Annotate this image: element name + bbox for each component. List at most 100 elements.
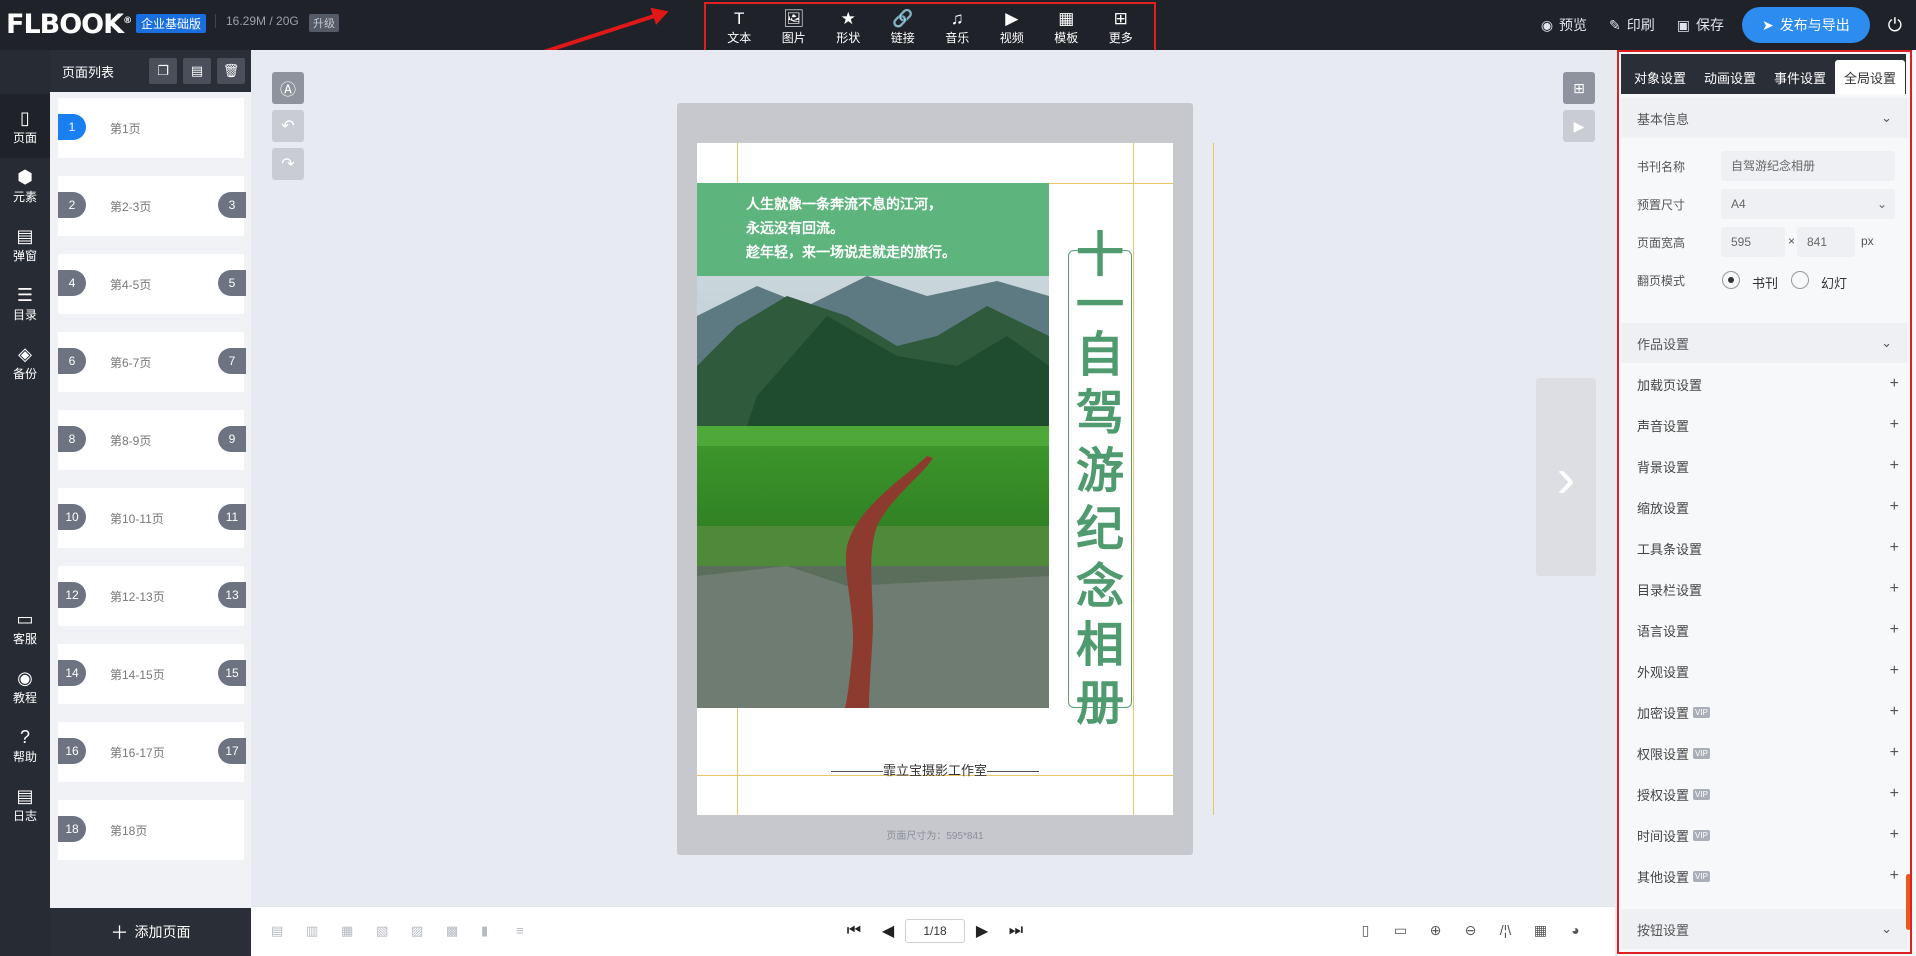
setting-row[interactable]: 授权设置 VIP + <box>1637 781 1899 807</box>
page-item[interactable]: 2 第2-3页 3 <box>58 176 246 236</box>
zoom-out-icon[interactable]: ⊖ <box>1453 922 1488 939</box>
page-item[interactable]: 6 第6-7页 7 <box>58 332 246 392</box>
undo-icon[interactable]: ↶ <box>272 110 304 142</box>
tool-image[interactable]: 🖼 图片 <box>770 9 818 46</box>
setting-row[interactable]: 加载页设置 + <box>1637 371 1899 397</box>
guides-icon[interactable]: /¦\ <box>1488 922 1523 939</box>
add-page-button[interactable]: ＋ 添加页面 <box>50 908 251 956</box>
add-layer-icon[interactable]: ⊞ <box>1563 72 1595 104</box>
tool-video[interactable]: ▶ 视频 <box>988 9 1036 46</box>
distribute-h-icon[interactable]: ▮ <box>481 923 516 939</box>
nav-backup[interactable]: ◈ 备份 <box>0 330 50 394</box>
flip-mode-slide-radio[interactable] <box>1791 271 1809 289</box>
power-icon[interactable]: ⏻ <box>1888 15 1902 36</box>
align-left-icon[interactable]: ▤ <box>271 923 306 939</box>
first-page-icon[interactable]: ⏮ <box>846 922 862 940</box>
plus-icon[interactable]: + <box>1890 826 1899 844</box>
setting-row[interactable]: 权限设置 VIP + <box>1637 740 1899 766</box>
plus-icon[interactable]: + <box>1890 580 1899 598</box>
align-top-icon[interactable]: ▦ <box>341 923 376 939</box>
next-page-icon[interactable]: ▶ <box>974 921 990 941</box>
plus-icon[interactable]: + <box>1890 785 1899 803</box>
plus-icon[interactable]: + <box>1890 621 1899 639</box>
plus-icon[interactable]: + <box>1890 498 1899 516</box>
next-page-arrow[interactable]: › <box>1536 378 1596 576</box>
tab-0[interactable]: 对象设置 <box>1625 60 1695 94</box>
double-page-icon[interactable]: ▭ <box>1383 922 1418 939</box>
tool-music[interactable]: ♫ 音乐 <box>933 9 981 46</box>
page-width-input[interactable]: 595 <box>1721 227 1785 257</box>
duplicate-page-icon[interactable]: ❐ <box>149 58 177 84</box>
page-item[interactable]: 12 第12-13页 13 <box>58 566 246 626</box>
plus-icon[interactable]: + <box>1890 539 1899 557</box>
setting-row[interactable]: 加密设置 VIP + <box>1637 699 1899 725</box>
book-name-input[interactable]: 自驾游纪念相册 <box>1721 151 1895 181</box>
button-settings-section[interactable]: 按钮设置 ⌄ <box>1621 909 1908 949</box>
nav-page[interactable]: ▯ 页面 <box>0 94 50 158</box>
tool-star[interactable]: ★ 形状 <box>824 9 872 46</box>
play-icon[interactable]: ▶ <box>1563 110 1595 142</box>
plus-icon[interactable]: + <box>1890 457 1899 475</box>
align-hcenter-icon[interactable]: ▨ <box>411 923 446 939</box>
preview-button[interactable]: ◉ 预览 <box>1541 15 1587 35</box>
setting-row[interactable]: 背景设置 + <box>1637 453 1899 479</box>
page-item[interactable]: 14 第14-15页 15 <box>58 644 246 704</box>
plus-icon[interactable]: + <box>1890 662 1899 680</box>
nav-log[interactable]: ▤ 日志 <box>0 772 50 836</box>
poem-text[interactable]: 人生就像一条奔流不息的江河， 永远没有回流。 趁年轻，来一场说走就走的旅行。 <box>746 193 956 265</box>
align-bottom-icon[interactable]: ▧ <box>376 923 411 939</box>
studio-credit[interactable]: ————霏立宝摄影工作室———— <box>697 760 1173 779</box>
setting-row[interactable]: 语言设置 + <box>1637 617 1899 643</box>
tab-2[interactable]: 事件设置 <box>1765 60 1835 94</box>
publish-export-button[interactable]: ➤ 发布与导出 <box>1742 7 1870 43</box>
setting-row[interactable]: 时间设置 VIP + <box>1637 822 1899 848</box>
tool-template[interactable]: ▦ 模板 <box>1042 9 1090 46</box>
upgrade-button[interactable]: 升级 <box>309 14 339 32</box>
setting-row[interactable]: 外观设置 + <box>1637 658 1899 684</box>
snap-icon[interactable]: ◕ <box>1558 922 1593 939</box>
tab-1[interactable]: 动画设置 <box>1695 60 1765 94</box>
distribute-v-icon[interactable]: ≡ <box>516 923 551 939</box>
save-button[interactable]: ▣ 保存 <box>1677 15 1724 35</box>
zoom-in-icon[interactable]: ⊕ <box>1418 922 1453 939</box>
page-height-input[interactable]: 841 <box>1797 227 1855 257</box>
work-settings-section[interactable]: 作品设置 ⌄ <box>1621 323 1908 363</box>
nav-elements[interactable]: ⬢ 元素 <box>0 153 50 217</box>
plus-icon[interactable]: + <box>1890 744 1899 762</box>
nav-tutorial[interactable]: ◉ 教程 <box>0 654 50 718</box>
last-page-icon[interactable]: ⏭ <box>1008 922 1024 940</box>
tool-more[interactable]: ⊞ 更多 <box>1097 9 1145 46</box>
page-item[interactable]: 18 第18页 <box>58 800 244 860</box>
flbook-logo[interactable]: FLBOOK® <box>6 9 132 40</box>
redo-icon[interactable]: ↷ <box>272 148 304 180</box>
page-item[interactable]: 1 第1页 <box>58 98 244 158</box>
tool-link[interactable]: 🔗 链接 <box>879 9 927 46</box>
nav-popup[interactable]: ▤ 弹窗 <box>0 212 50 276</box>
setting-row[interactable]: 缩放设置 + <box>1637 494 1899 520</box>
setting-row[interactable]: 工具条设置 + <box>1637 535 1899 561</box>
preset-size-select[interactable]: A4 ⌄ <box>1721 189 1895 219</box>
grid-icon[interactable]: ▦ <box>1523 922 1558 939</box>
flip-mode-book-radio[interactable] <box>1722 271 1740 289</box>
tab-3[interactable]: 全局设置 <box>1835 60 1905 94</box>
page-item[interactable]: 4 第4-5页 5 <box>58 254 246 314</box>
page-item[interactable]: 8 第8-9页 9 <box>58 410 246 470</box>
align-vcenter-icon[interactable]: ▩ <box>446 923 481 939</box>
prev-page-icon[interactable]: ◀ <box>880 921 896 941</box>
setting-row[interactable]: 其他设置 VIP + <box>1637 863 1899 889</box>
panel-scrollbar[interactable] <box>1906 874 1911 930</box>
basic-info-section[interactable]: 基本信息 ⌄ <box>1621 98 1908 138</box>
plus-icon[interactable]: + <box>1890 703 1899 721</box>
nav-catalog[interactable]: ☰ 目录 <box>0 271 50 335</box>
auto-align-icon[interactable]: Ⓐ <box>272 72 304 104</box>
page-number-input[interactable]: 1/18 <box>905 919 965 943</box>
print-button[interactable]: ✎ 印刷 <box>1609 15 1655 35</box>
landscape-photo[interactable] <box>697 276 1049 708</box>
nav-help[interactable]: ? 帮助 <box>0 713 50 777</box>
plus-icon[interactable]: + <box>1890 867 1899 885</box>
single-page-icon[interactable]: ▯ <box>1348 922 1383 939</box>
tool-text[interactable]: T 文本 <box>715 9 763 46</box>
page-item[interactable]: 10 第10-11页 11 <box>58 488 246 548</box>
align-right-icon[interactable]: ▥ <box>306 923 341 939</box>
plus-icon[interactable]: + <box>1890 416 1899 434</box>
